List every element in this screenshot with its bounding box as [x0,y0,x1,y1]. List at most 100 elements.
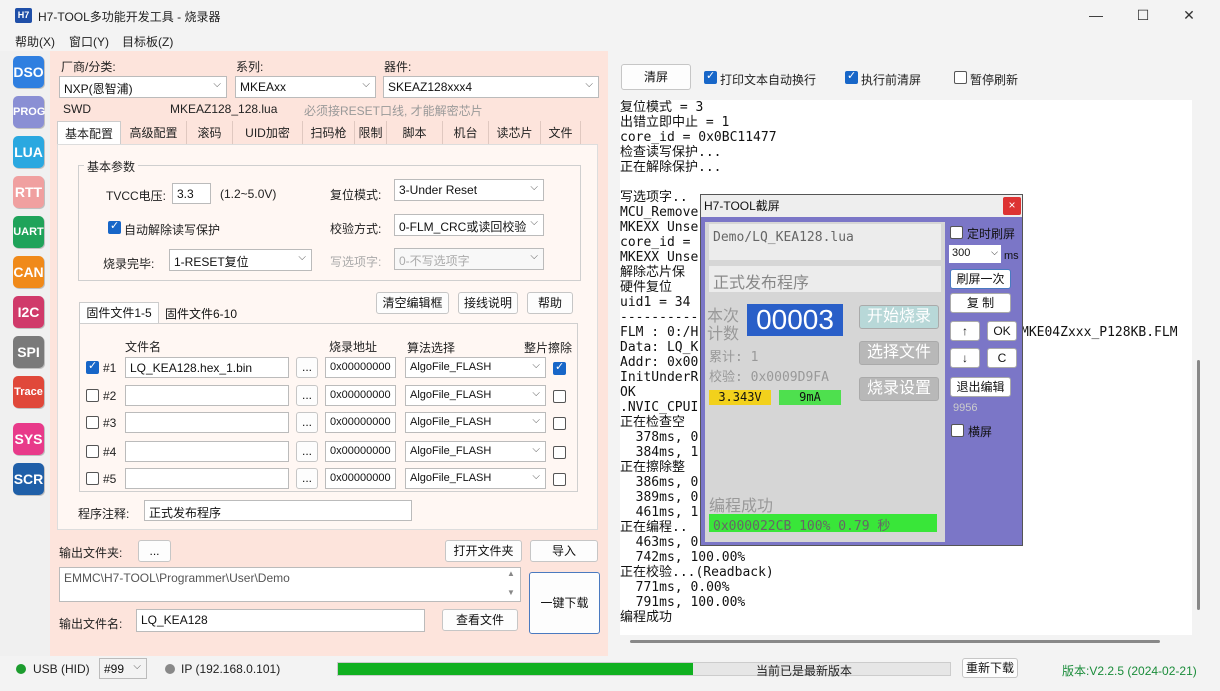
clear-screen-button[interactable]: 清屏 [621,64,691,90]
fw-row-checkbox[interactable] [86,472,99,485]
fw-row-address[interactable]: 0x00000000 [325,412,396,433]
fw-row-address[interactable]: 0x00000000 [325,441,396,462]
scroll-down-icon[interactable]: ▼ [507,588,515,597]
fw-row-algo-select[interactable]: AlgoFile_FLASH ⌵ [405,357,546,378]
sidebar-uart-button[interactable]: UART [13,216,44,248]
fw-row-filename[interactable] [125,441,289,462]
fw-row-erase-checkbox[interactable] [553,417,566,430]
down-button[interactable]: ↓ [950,348,980,368]
exit-edit-button[interactable]: 退出编辑 [950,377,1011,397]
clear-before-checkbox[interactable] [845,69,858,84]
slot-select[interactable]: #99 ⌵ [99,658,147,679]
timed-refresh-checkbox[interactable] [950,226,963,239]
sidebar-dso-button[interactable]: DSO [13,56,44,88]
menu-target[interactable]: 目标板(Z) [122,33,173,50]
help-button[interactable]: 帮助 [527,292,573,314]
fw-row-address[interactable]: 0x00000000 [325,357,396,378]
fw-row-checkbox[interactable] [86,416,99,429]
fw-row-checkbox[interactable] [86,445,99,458]
landscape-checkbox[interactable] [951,424,964,437]
tab-scanner[interactable]: 扫码枪 [303,121,355,145]
tab-fw-1-5[interactable]: 固件文件1-5 [79,302,159,324]
fw-row-browse-button[interactable]: ... [296,468,318,489]
fw-row-browse-button[interactable]: ... [296,441,318,462]
one-key-download-button[interactable]: 一键下载 [529,572,600,634]
outdir-browse-button[interactable]: ... [138,540,171,562]
sidebar-i2c-button[interactable]: I2C [13,296,44,328]
sidebar-prog-button[interactable]: PROG [13,96,45,128]
log-hscrollbar[interactable] [630,640,1160,643]
sidebar-can-button[interactable]: CAN [13,256,44,288]
sidebar-scr-button[interactable]: SCR [13,463,44,495]
sidebar-lua-button[interactable]: LUA [13,136,44,168]
vendor-select[interactable]: NXP(恩智浦) ⌵ [59,76,227,98]
menu-window[interactable]: 窗口(Y) [69,33,109,50]
copy-button[interactable]: 复 制 [950,293,1011,313]
fw-row-address[interactable]: 0x00000000 [325,385,396,406]
ok-button[interactable]: OK [987,321,1017,341]
up-button[interactable]: ↑ [950,321,980,341]
menu-help[interactable]: 帮助(X) [15,33,55,50]
outdir-path-field[interactable]: EMMC\H7-TOOL\Programmer\User\Demo [59,567,521,602]
view-file-button[interactable]: 查看文件 [442,609,518,631]
tab-script[interactable]: 脚本 [387,121,443,145]
tab-advanced[interactable]: 高级配置 [121,121,187,145]
log-scrollbar[interactable] [1197,360,1200,610]
fw-row-algo-select[interactable]: AlgoFile_FLASH ⌵ [405,385,546,406]
select-file-button[interactable]: 选择文件 [859,341,939,365]
sidebar-rtt-button[interactable]: RTT [13,176,44,208]
outname-input[interactable]: LQ_KEA128 [136,609,425,632]
tab-rolling-code[interactable]: 滚码 [187,121,233,145]
series-select[interactable]: MKEAxx ⌵ [235,76,376,98]
fw-row-browse-button[interactable]: ... [296,385,318,406]
fw-row-filename[interactable] [125,385,289,406]
clear-edit-button[interactable]: 清空编辑框 [376,292,449,314]
tab-fw-6-10[interactable]: 固件文件6-10 [160,304,242,324]
comment-input[interactable]: 正式发布程序 [144,500,412,521]
refresh-once-button[interactable]: 刷屏一次 [950,269,1011,289]
fw-row-algo-select[interactable]: AlgoFile_FLASH ⌵ [405,412,546,433]
tab-file[interactable]: 文件 [541,121,581,145]
fw-row-checkbox[interactable] [86,359,99,374]
fw-row-browse-button[interactable]: ... [296,357,318,378]
minimize-icon[interactable]: — [1086,6,1106,24]
c-button[interactable]: C [987,348,1017,368]
option-bytes-select[interactable]: 0-不写选项字 ⌵ [394,248,544,270]
import-button[interactable]: 导入 [530,540,598,562]
auto-unlock-checkbox[interactable] [108,219,121,234]
tvcc-input[interactable]: 3.3 [172,183,211,204]
fw-row-browse-button[interactable]: ... [296,412,318,433]
close-icon[interactable]: ✕ [1179,6,1199,24]
program-settings-button[interactable]: 烧录设置 [859,377,939,401]
fw-row-filename[interactable] [125,412,289,433]
interval-select[interactable]: 300 ⌵ [949,245,1001,263]
fw-row-erase-checkbox[interactable] [553,360,566,375]
fw-row-erase-checkbox[interactable] [553,473,566,486]
fw-row-checkbox[interactable] [86,389,99,402]
tab-read-chip[interactable]: 读芯片 [489,121,541,145]
reset-mode-select[interactable]: 3-Under Reset ⌵ [394,179,544,201]
open-folder-button[interactable]: 打开文件夹 [445,540,522,562]
sidebar-spi-button[interactable]: SPI [13,336,44,368]
maximize-icon[interactable]: ☐ [1133,6,1153,24]
fw-row-erase-checkbox[interactable] [553,390,566,403]
fw-row-address[interactable]: 0x00000000 [325,468,396,489]
popup-close-icon[interactable]: × [1003,197,1021,215]
fw-row-algo-select[interactable]: AlgoFile_FLASH ⌵ [405,441,546,462]
wrap-checkbox[interactable] [704,69,717,84]
device-select[interactable]: SKEAZ128xxx4 ⌵ [383,76,599,98]
wiring-button[interactable]: 接线说明 [458,292,518,314]
fw-row-algo-select[interactable]: AlgoFile_FLASH ⌵ [405,468,546,489]
tab-uid-encrypt[interactable]: UID加密 [233,121,303,145]
sidebar-trace-button[interactable]: Trace [13,376,44,408]
scroll-up-icon[interactable]: ▲ [507,569,515,578]
fw-row-filename[interactable]: LQ_KEA128.hex_1.bin [125,357,289,378]
tab-basic[interactable]: 基本配置 [57,121,121,145]
done-select[interactable]: 1-RESET复位 ⌵ [169,249,312,271]
start-program-button[interactable]: 开始烧录 [859,305,939,329]
pause-refresh-checkbox[interactable] [954,71,967,84]
fw-row-erase-checkbox[interactable] [553,446,566,459]
tab-limit[interactable]: 限制 [355,121,387,145]
verify-select[interactable]: 0-FLM_CRC或读回校验 ⌵ [394,214,544,236]
tab-machine[interactable]: 机台 [443,121,489,145]
